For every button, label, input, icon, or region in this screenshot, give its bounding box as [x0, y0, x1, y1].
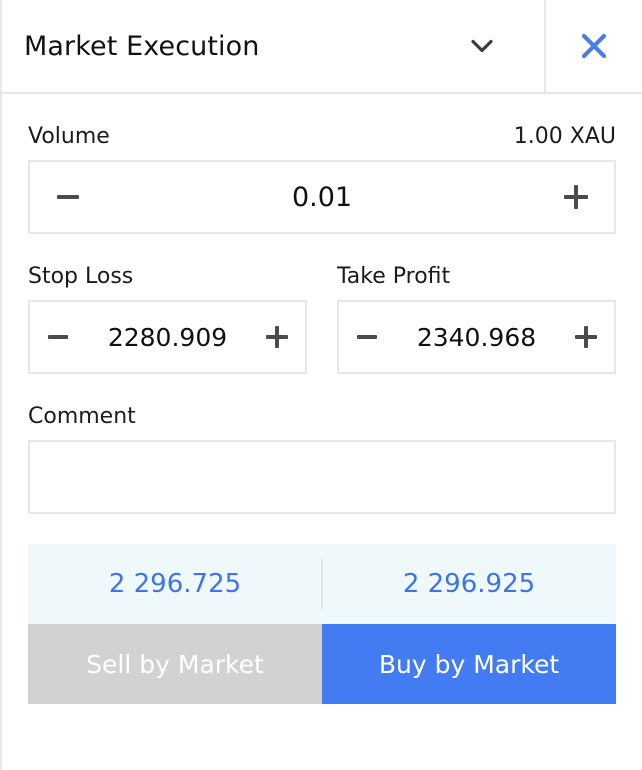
buy-by-market-button[interactable]: Buy by Market	[322, 624, 616, 704]
sl-tp-label-row: Stop Loss Take Profit	[28, 234, 616, 300]
plus-icon	[575, 326, 597, 348]
take-profit-decrement-button[interactable]	[339, 302, 395, 372]
take-profit-value[interactable]: 2340.968	[395, 325, 558, 350]
comment-label-row: Comment	[28, 374, 616, 440]
volume-contract-size: 1.00 XAU	[514, 124, 616, 149]
plus-icon	[266, 326, 288, 348]
minus-icon	[357, 335, 377, 339]
quotes-band: 2 296.725 2 296.925	[28, 544, 616, 624]
volume-value[interactable]: 0.01	[106, 184, 538, 211]
dialog-header-main: Market Execution	[2, 0, 546, 92]
volume-label: Volume	[28, 124, 110, 149]
volume-increment-button[interactable]	[538, 162, 614, 232]
comment-input[interactable]	[28, 440, 616, 514]
stop-loss-label-row: Stop Loss	[28, 234, 307, 300]
comment-label: Comment	[28, 404, 136, 429]
volume-decrement-button[interactable]	[30, 162, 106, 232]
stop-loss-increment-button[interactable]	[249, 302, 305, 372]
plus-icon	[564, 185, 588, 209]
close-icon	[576, 28, 612, 64]
stop-loss-value[interactable]: 2280.909	[86, 325, 249, 350]
close-button[interactable]	[546, 0, 642, 92]
bid-price[interactable]: 2 296.725	[28, 571, 322, 597]
sl-tp-steppers-row: 2280.909 2340.968	[28, 300, 616, 374]
stop-loss-label: Stop Loss	[28, 264, 133, 289]
take-profit-label-row: Take Profit	[337, 234, 616, 300]
volume-stepper[interactable]: 0.01	[28, 160, 616, 234]
stop-loss-decrement-button[interactable]	[30, 302, 86, 372]
volume-label-row: Volume 1.00 XAU	[28, 94, 616, 160]
action-buttons: Sell by Market Buy by Market	[28, 624, 616, 704]
minus-icon	[57, 195, 79, 199]
chevron-down-icon[interactable]	[460, 24, 504, 68]
ask-price[interactable]: 2 296.925	[322, 571, 616, 597]
sell-by-market-button[interactable]: Sell by Market	[28, 624, 322, 704]
take-profit-increment-button[interactable]	[558, 302, 614, 372]
stop-loss-stepper[interactable]: 2280.909	[28, 300, 307, 374]
dialog-title: Market Execution	[24, 33, 260, 60]
dialog-header: Market Execution	[2, 0, 642, 94]
take-profit-label: Take Profit	[337, 264, 450, 289]
dialog-body: Volume 1.00 XAU 0.01 Stop Loss Take Prof…	[2, 94, 642, 704]
market-execution-dialog: Market Execution Volume 1.00 XAU 0.01	[0, 0, 642, 770]
take-profit-stepper[interactable]: 2340.968	[337, 300, 616, 374]
quotes-divider	[321, 559, 323, 609]
minus-icon	[48, 335, 68, 339]
